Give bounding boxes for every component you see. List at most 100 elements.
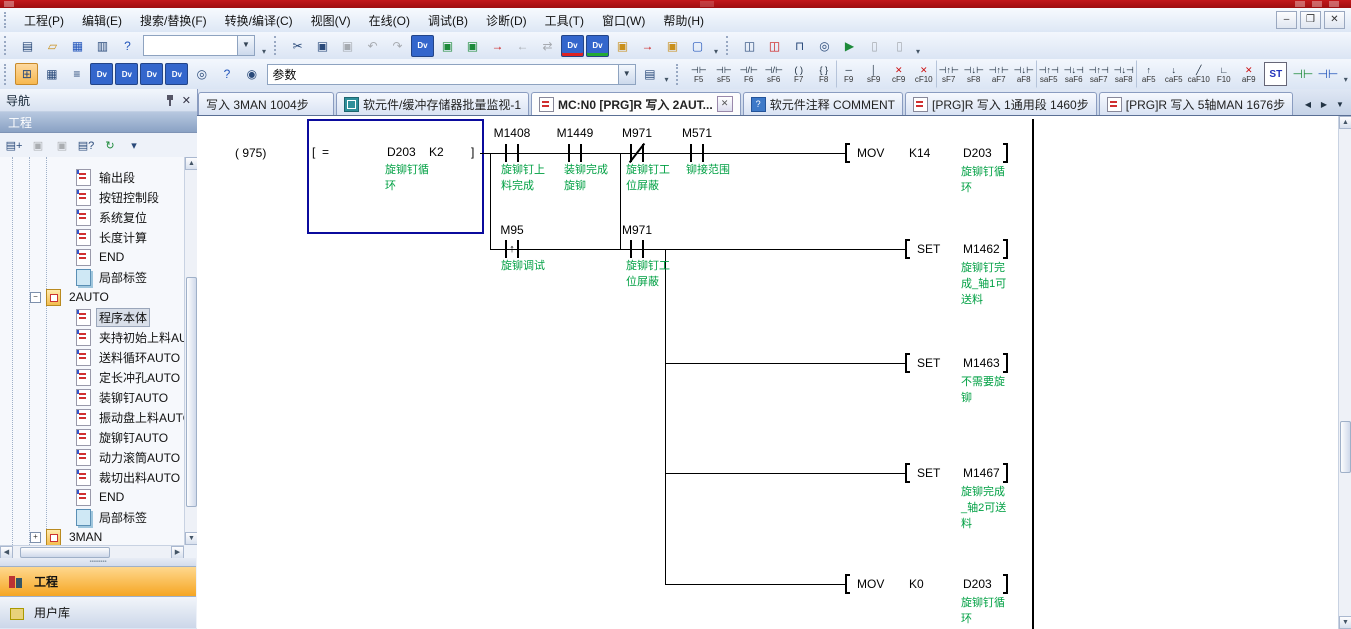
falling-pulse-branch-button[interactable]: ⊣↓⊢ aF8 (1011, 60, 1036, 88)
entry-monitor-icon[interactable]: ▣ (461, 35, 484, 57)
toolbar-overflow-icon[interactable]: ▾ (1340, 62, 1351, 86)
toolbar-grip[interactable] (4, 64, 10, 85)
device-memory-icon[interactable]: Dv (115, 63, 138, 85)
tree-item[interactable]: 局部标签 (0, 507, 184, 527)
print-preview-icon[interactable]: ▤ (640, 63, 661, 85)
menu-item-compile[interactable]: 转换/编译(C) (216, 9, 302, 32)
menu-item-find-replace[interactable]: 搜索/替换(F) (131, 9, 216, 32)
tree-item[interactable]: 系统复位 (0, 207, 184, 227)
write-to-plc-icon[interactable]: → (486, 35, 509, 57)
tree-item[interactable]: 输出段 (0, 167, 184, 187)
copy-icon[interactable]: ▣ (311, 35, 334, 57)
delete-vertical-line-button[interactable]: ✕ cF10 (911, 60, 936, 88)
module-config-icon[interactable]: ▦ (40, 63, 63, 85)
remote-operation-icon[interactable]: ▢ (686, 35, 709, 57)
tree-item[interactable]: END (0, 487, 184, 507)
st-editor-button[interactable]: ST (1264, 62, 1287, 86)
toolbar-grip[interactable] (274, 36, 281, 55)
rising-pulse-button[interactable]: ⊣↑⊢ sF7 (936, 60, 961, 88)
instruction-op[interactable]: SET (917, 466, 940, 480)
delete-rung-button[interactable]: ╱ caF10 (1186, 60, 1211, 88)
instruction-operand[interactable]: M1462 (963, 242, 1000, 256)
transfer-other-icon[interactable]: ▣ (661, 35, 684, 57)
open-project-icon[interactable]: ▱ (41, 35, 64, 57)
instruction-operand[interactable]: D203 (963, 577, 992, 591)
toolbar-grip[interactable] (726, 36, 733, 55)
closed-contact-button[interactable]: ⊣/⊢ F6 (736, 60, 761, 88)
help2-icon[interactable]: ? (215, 63, 238, 85)
toolbar-grip[interactable] (676, 64, 682, 85)
device-memory-stop-icon[interactable]: Dv (561, 35, 584, 57)
toolbar-overflow-icon[interactable]: ▾ (912, 34, 924, 58)
tab-scroll-right-icon[interactable]: ▶ (1317, 96, 1331, 112)
tab-device-monitor[interactable]: 软元件/缓冲存储器批量监视-1 (336, 92, 529, 115)
toolbar-grip[interactable] (4, 12, 11, 29)
window-restore-button[interactable]: ❒ (1300, 11, 1321, 29)
device-watch-icon[interactable]: Dv (165, 63, 188, 85)
scrollbar-thumb[interactable] (1340, 421, 1351, 473)
inline-st-edit-icon[interactable]: ⊣⊢ (1291, 63, 1314, 85)
find-icon[interactable]: ◉ (240, 63, 263, 85)
invert-falling-branch-button[interactable]: ⊣↓⊣ saF8 (1111, 60, 1136, 88)
cut-icon[interactable]: ✂ (286, 35, 309, 57)
tab-prg-2auto-active[interactable]: MC:N0 [PRG]R 写入 2AUT... ✕ (531, 92, 741, 115)
save-icon[interactable]: ▦ (66, 35, 89, 57)
tree-item[interactable]: 局部标签 (0, 267, 184, 287)
verify-with-plc-icon[interactable]: ⇄ (536, 35, 559, 57)
application-instruction-button[interactable]: { } F8 (811, 60, 836, 88)
tree-item[interactable]: END (0, 247, 184, 267)
tab-menu-icon[interactable]: ▼ (1333, 96, 1347, 112)
vertical-line-button[interactable]: │ sF9 (861, 60, 886, 88)
tab-prg-3man[interactable]: 写入 3MAN 1004步 (198, 92, 334, 115)
contact-no[interactable] (628, 240, 646, 258)
tab-device-comment[interactable]: ? 软元件注释 COMMENT (743, 92, 903, 115)
tree-item[interactable]: 按钮控制段 (0, 187, 184, 207)
scrollbar-thumb[interactable] (20, 547, 110, 558)
delete-all-button[interactable]: ✕ aF9 (1236, 60, 1261, 88)
panel-splitter[interactable]: ▪▪▪▪▪▪▪▪ (0, 558, 196, 566)
sidebar-button-project[interactable]: 工程 (0, 566, 196, 596)
logging-2-icon[interactable]: ▯ (888, 35, 911, 57)
read-from-plc-icon[interactable]: ← (511, 35, 534, 57)
compare-operator[interactable]: = (322, 145, 329, 159)
toolbar-overflow-icon[interactable]: ▾ (710, 34, 722, 58)
instruction-op[interactable]: MOV (857, 146, 884, 160)
sidebar-button-userlib[interactable]: 用户库 (0, 596, 196, 628)
tree-item[interactable]: 夹持初始上料AUTO (0, 327, 184, 347)
chevron-down-icon[interactable]: ▼ (237, 36, 254, 55)
screen-monitor-icon[interactable]: ▣ (436, 35, 459, 57)
tree-item[interactable]: 旋铆钉AUTO (0, 427, 184, 447)
closed-branch-button[interactable]: ⊣/⊢ sF6 (761, 60, 786, 88)
write-verify-icon[interactable]: → (636, 35, 659, 57)
device-batch-icon[interactable]: Dv (140, 63, 163, 85)
copy-item-icon[interactable]: ▣ (27, 135, 49, 156)
compare-operand2[interactable]: K2 (429, 145, 444, 159)
instruction-operand[interactable]: M1463 (963, 356, 1000, 370)
menu-item-window[interactable]: 窗口(W) (593, 9, 654, 32)
refresh-icon[interactable]: ↻ (99, 135, 121, 156)
falling-pulse-button[interactable]: ⊣↓⊢ sF8 (961, 60, 986, 88)
help-icon[interactable]: ? (116, 35, 139, 57)
line-draw-button[interactable]: ∟ F10 (1211, 60, 1236, 88)
open-branch-button[interactable]: ⊣⊢ sF5 (711, 60, 736, 88)
project-combo[interactable]: ▼ (143, 35, 255, 56)
instruction-op[interactable]: SET (917, 242, 940, 256)
instruction-op[interactable]: SET (917, 356, 940, 370)
contact-no[interactable] (566, 144, 584, 162)
invert-rising-branch-button[interactable]: ⊣↑⊣ saF7 (1086, 60, 1111, 88)
ladder-vertical-scrollbar[interactable]: ▲ ▼ (1338, 116, 1351, 629)
redo-icon[interactable]: ↷ (386, 35, 409, 57)
find-device-icon[interactable]: ◎ (813, 35, 836, 57)
window-minimize-button[interactable]: – (1276, 11, 1297, 29)
print-icon[interactable]: ▥ (91, 35, 114, 57)
scrollbar-thumb[interactable] (186, 277, 197, 507)
tree-item[interactable]: 送料循环AUTO (0, 347, 184, 367)
list-view-icon[interactable]: ≡ (65, 63, 88, 85)
invert-operation-button[interactable]: ↑ aF5 (1136, 60, 1161, 88)
horizontal-line-button[interactable]: ─ F9 (836, 60, 861, 88)
menu-item-edit[interactable]: 编辑(E) (73, 9, 131, 32)
device-combo[interactable]: 参数 ▼ (267, 64, 635, 85)
contact-no[interactable] (503, 144, 521, 162)
tree-item[interactable]: 定长冲孔AUTO (0, 367, 184, 387)
menu-item-view[interactable]: 视图(V) (302, 9, 360, 32)
